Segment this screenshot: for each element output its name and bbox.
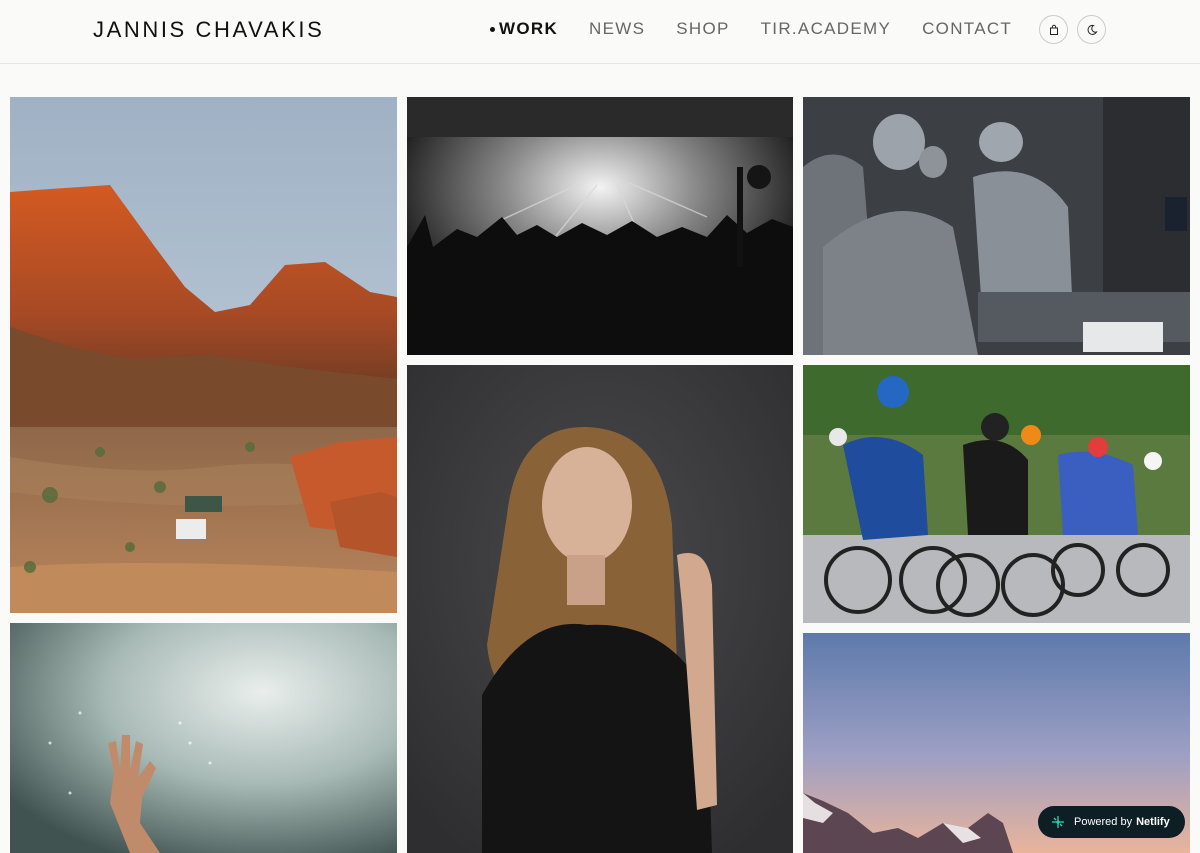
nav-item-label: WORK xyxy=(499,19,559,38)
nav-item-label: NEWS xyxy=(589,19,646,38)
shopping-bag-icon xyxy=(1049,24,1058,35)
concert-crowd-photo[interactable] xyxy=(407,97,793,355)
surgeons-image xyxy=(803,97,1190,355)
nav-item-label: SHOP xyxy=(676,19,730,38)
cart-button[interactable] xyxy=(1039,15,1068,44)
site-logo[interactable]: JANNIS CHAVAKIS xyxy=(93,17,324,43)
badge-prefix: Powered by xyxy=(1074,816,1133,828)
main-nav: WORK NEWS SHOP TIR.ACADEMY CONTACT xyxy=(490,19,1043,39)
active-indicator-dot xyxy=(490,26,495,32)
woman-portrait-image xyxy=(407,365,793,853)
raised-hand-smoke-photo[interactable] xyxy=(10,623,397,853)
nav-item-news[interactable]: NEWS xyxy=(589,19,645,39)
nav-item-label: CONTACT xyxy=(922,19,1013,38)
site-header: JANNIS CHAVAKIS WORK NEWS SHOP TIR.ACADE… xyxy=(0,0,1200,64)
netlify-icon xyxy=(1052,816,1064,828)
nav-item-contact[interactable]: CONTACT xyxy=(922,19,1012,39)
surgeons-operating-room-photo[interactable] xyxy=(803,97,1190,355)
powered-by-netlify-badge[interactable]: Powered by Netlify xyxy=(1038,806,1185,838)
badge-brand: Netlify xyxy=(1136,816,1170,828)
desert-mountains-image xyxy=(10,97,397,613)
nav-item-label: TIR.ACADEMY xyxy=(760,19,892,38)
moon-icon xyxy=(1087,24,1098,35)
cycling-race-photo[interactable] xyxy=(803,365,1190,623)
concert-crowd-image xyxy=(407,97,793,355)
nav-item-shop[interactable]: SHOP xyxy=(676,19,729,39)
nav-item-tir-academy[interactable]: TIR.ACADEMY xyxy=(761,19,891,39)
raised-hand-smoke-image xyxy=(10,623,397,853)
cycling-race-image xyxy=(803,365,1190,623)
nav-item-work[interactable]: WORK xyxy=(490,19,558,39)
theme-toggle-button[interactable] xyxy=(1077,15,1106,44)
woman-portrait-photo[interactable] xyxy=(407,365,793,853)
desert-mountains-camp-photo[interactable] xyxy=(10,97,397,613)
